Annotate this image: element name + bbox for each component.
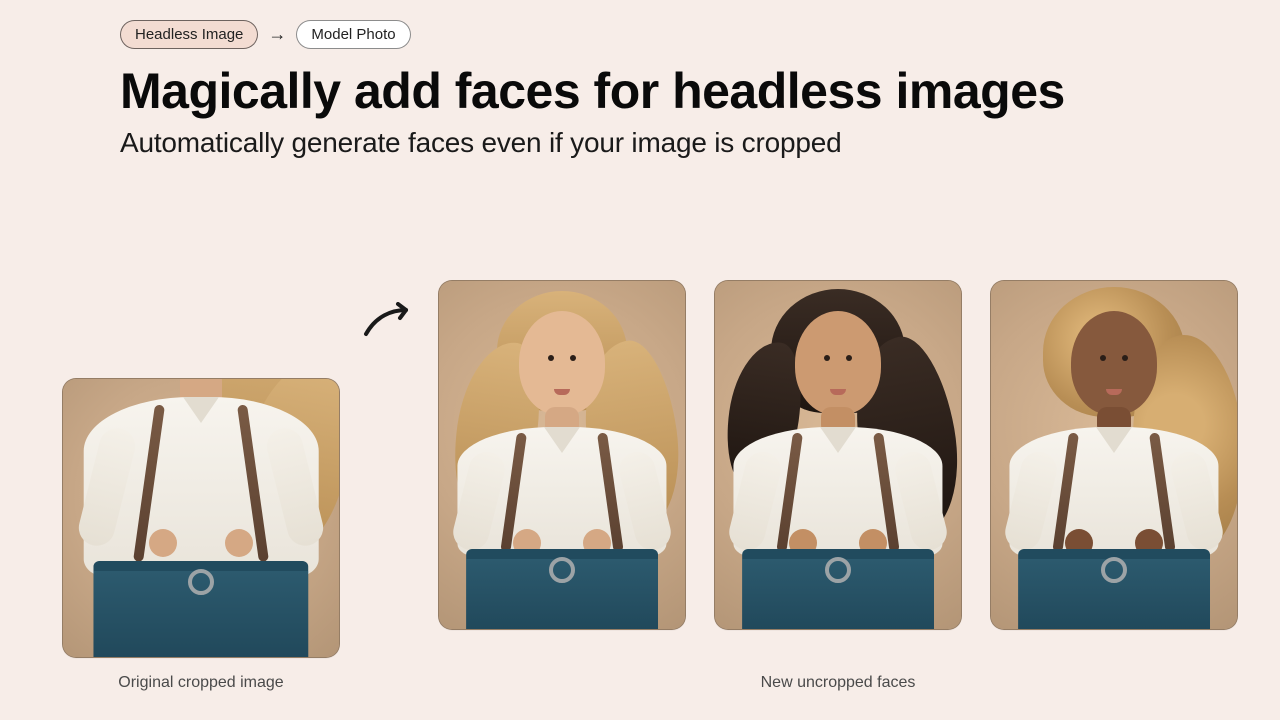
- page-subtitle: Automatically generate faces even if you…: [120, 127, 1160, 159]
- arrow-right-icon: →: [268, 24, 286, 45]
- generated-caption: New uncropped faces: [761, 674, 916, 692]
- generated-image-card: [438, 280, 686, 630]
- original-image-card: [62, 378, 340, 658]
- image-gallery: Original cropped image: [0, 280, 1280, 692]
- pill-source: Headless Image: [120, 20, 258, 49]
- generated-image-card: [990, 280, 1238, 630]
- workflow-pills: Headless Image → Model Photo: [120, 20, 1160, 49]
- generated-image-card: [714, 280, 962, 630]
- pill-target: Model Photo: [296, 20, 410, 49]
- original-caption: Original cropped image: [118, 674, 283, 692]
- transform-arrow-icon: [362, 302, 416, 340]
- page-title: Magically add faces for headless images: [120, 63, 1160, 121]
